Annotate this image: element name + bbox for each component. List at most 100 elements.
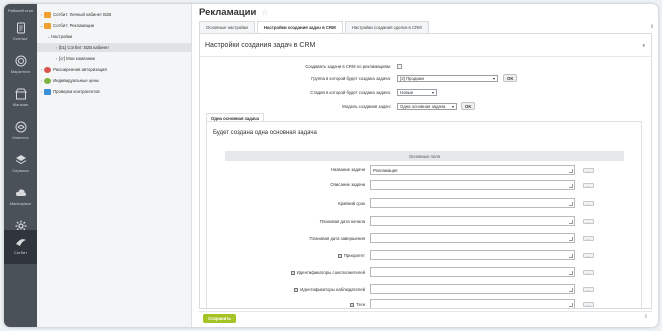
tags-checkbox[interactable]: [350, 302, 355, 307]
subsection-title: Будет создана одна основная задача: [213, 130, 317, 136]
auditors-label-text: Идентификаторы наблюдателей: [300, 287, 365, 292]
menu-item-label: Магазин: [12, 102, 29, 107]
panel-title: Настройки создания задач в CRM: [205, 42, 316, 49]
task-description-dots-button[interactable]: ...: [583, 183, 594, 188]
chevron-down-icon: ▾: [431, 90, 434, 95]
accomplices-label-text: Идентификаторы соисполнителей: [296, 270, 365, 275]
menu-item-label: Контакт: [13, 36, 28, 41]
collapse-icon[interactable]: ▾: [642, 43, 645, 49]
stage-select-value: Новые: [400, 90, 414, 95]
settings-panel: Настройки создания задач в CRM ▾ Создава…: [199, 33, 652, 309]
accomplices-checkbox[interactable]: [290, 270, 295, 275]
task-name-dots-button[interactable]: ...: [583, 168, 594, 173]
stage-select[interactable]: Новые ▾: [397, 89, 437, 96]
model-ok-button[interactable]: OK: [461, 102, 476, 110]
tree-item-b2b-cabinet[interactable]: › Сотбит: Личный кабинет B2B: [39, 10, 111, 19]
menu-item-sotbit[interactable]: Сотбит: [4, 230, 37, 264]
tab-main-settings[interactable]: Основные настройки: [199, 21, 255, 33]
shop-icon: [14, 88, 27, 100]
tree-item-label: [cr] Мои компании: [59, 56, 95, 61]
task-description-input[interactable]: [370, 180, 575, 190]
deadline-input[interactable]: [370, 198, 575, 208]
priority-label: Приоритет: [337, 253, 365, 258]
divider: [200, 56, 651, 57]
cloud-icon: [15, 189, 26, 196]
deadline-dots-button[interactable]: ...: [583, 201, 594, 206]
model-label: Модель создания задач:: [342, 104, 391, 109]
tree-item-label: Сотбит: Личный кабинет B2B: [53, 12, 112, 17]
menu-item-label: Маркетинг: [10, 69, 31, 74]
accomplices-input[interactable]: [370, 267, 575, 277]
tab-crm-deals[interactable]: Настройки создания сделок в CRM: [344, 21, 429, 33]
module-icon: [44, 77, 51, 84]
module-icon: [44, 11, 51, 18]
create-task-label: Создавать задачи в CRM по рекламациям:: [305, 64, 391, 69]
priority-input[interactable]: [370, 250, 575, 260]
tree-item-label: Настройки: [51, 34, 73, 39]
menu-item-contact[interactable]: Контакт: [4, 19, 37, 55]
desktop-link[interactable]: Рабочий стол: [4, 8, 37, 13]
tags-input[interactable]: [370, 299, 575, 308]
page-title: Рекламации ☆: [199, 7, 268, 18]
tree-item-b1-site[interactable]: › [b1] Сотбит: B2B кабинет: [37, 43, 191, 52]
form-footer: Сохранить ⇕: [199, 311, 652, 325]
save-button[interactable]: Сохранить: [203, 314, 237, 323]
app-window: Рабочий стол Контакт Маркетинг Магазин К…: [4, 4, 658, 327]
auditors-checkbox[interactable]: [294, 287, 299, 292]
plan-start-input[interactable]: [370, 216, 575, 226]
stage-label: Стадия в которой будет создана задача:: [310, 90, 391, 95]
target-icon: [15, 55, 26, 67]
tabs-menu-icon[interactable]: ⇕: [650, 24, 654, 30]
module-icon: [44, 22, 51, 29]
tree-item-settings[interactable]: ⌄ Настройки: [46, 32, 72, 41]
basic-fields-header: Основные поля: [225, 151, 624, 161]
tags-label-text: Теги: [356, 302, 365, 307]
plan-start-dots-button[interactable]: ...: [583, 219, 594, 224]
tree-item-label: Проверка контрагентов: [53, 89, 100, 94]
tree-item-label: Расширенная авторизация: [53, 67, 107, 72]
task-name-label: Название задачи: [330, 167, 365, 172]
task-name-input[interactable]: Рекламация: [370, 165, 575, 175]
priority-checkbox[interactable]: [337, 253, 342, 258]
tab-crm-tasks[interactable]: Настройки создания задач в CRM: [256, 21, 343, 33]
plan-end-input[interactable]: [370, 233, 575, 243]
group-select[interactable]: [3] Продажи ▾: [397, 75, 498, 82]
tree-item-extended-auth[interactable]: › Расширенная авторизация: [39, 65, 107, 74]
plan-end-dots-button[interactable]: ...: [583, 236, 594, 241]
clients-icon: [15, 121, 26, 133]
auditors-dots-button[interactable]: ...: [583, 287, 594, 292]
tree-item-label: Индивидуальные цены: [53, 78, 100, 83]
accomplices-dots-button[interactable]: ...: [583, 270, 594, 275]
menu-item-clients[interactable]: Клиенты: [4, 118, 37, 154]
group-label: Группа в которой будет создана задача:: [311, 76, 391, 81]
menu-item-services[interactable]: Сервисы: [4, 151, 37, 187]
tree-item-counterparty-check[interactable]: › Проверка контрагентов: [39, 87, 100, 96]
plan-start-label: Плановая дата начала: [319, 219, 365, 224]
star-icon[interactable]: ☆: [261, 8, 268, 17]
tree-item-cr-site[interactable]: › [cr] Мои компании: [54, 54, 95, 63]
tree-item-label: [b1] Сотбит: B2B кабинет: [59, 45, 110, 50]
pin-icon[interactable]: ⇕: [644, 314, 648, 320]
group-select-value: [3] Продажи: [400, 76, 424, 81]
module-tree: › Сотбит: Личный кабинет B2B ⌄ Сотбит: Р…: [37, 4, 192, 327]
menu-item-shop[interactable]: Магазин: [4, 85, 37, 121]
tree-item-individual-prices[interactable]: › Индивидуальные цены: [39, 76, 99, 85]
tree-item-reclamations[interactable]: ⌄ Сотбит: Рекламации: [39, 21, 94, 30]
auditors-input[interactable]: [370, 284, 575, 294]
group-ok-button[interactable]: OK: [503, 74, 518, 82]
deadline-label: Крайний срок: [338, 201, 365, 206]
tags-dots-button[interactable]: ...: [583, 302, 594, 307]
accomplices-label: Идентификаторы соисполнителей: [290, 270, 365, 275]
menu-item-label: Сотбит: [13, 250, 28, 255]
task-description-label: Описание задачи: [330, 182, 365, 187]
module-icon: [44, 66, 51, 73]
menu-item-marketing[interactable]: Маркетинг: [4, 52, 37, 88]
priority-dots-button[interactable]: ...: [583, 253, 594, 258]
layers-icon: [15, 155, 26, 165]
sotbit-icon: [15, 239, 26, 246]
menu-item-marketplace[interactable]: Marketplace: [4, 184, 37, 220]
model-select-value: Одна основная задача: [400, 104, 446, 109]
main-content: Рекламации ☆ Основные настройки Настройк…: [193, 4, 658, 327]
create-task-checkbox[interactable]: [397, 64, 402, 69]
model-select[interactable]: Одна основная задача ▾: [397, 103, 457, 110]
